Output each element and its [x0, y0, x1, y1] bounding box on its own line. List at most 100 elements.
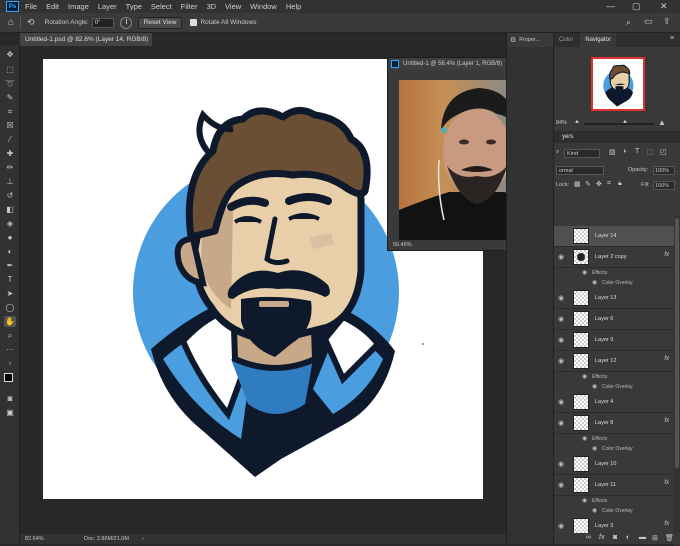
visibility-eye-icon[interactable]: ◉	[558, 315, 566, 323]
layer-row[interactable]: ◉ Layer 10	[554, 454, 674, 475]
minimize-button[interactable]: —	[606, 1, 615, 11]
zoom-tool-icon[interactable]: ⌕	[4, 330, 16, 341]
visibility-eye-icon[interactable]: ◉	[558, 460, 566, 468]
blend-mode-select[interactable]: ormal	[556, 166, 604, 175]
blur-tool-icon[interactable]: ●	[4, 232, 16, 243]
lock-transparency-icon[interactable]: ▦	[574, 180, 581, 188]
navigator-zoom-slider[interactable]	[584, 123, 654, 125]
layer-row[interactable]: ◉ Layer 2 copy fx	[554, 247, 674, 268]
maximize-button[interactable]: ▢	[632, 1, 641, 12]
menu-type[interactable]: Type	[126, 2, 142, 11]
effects-eye-icon[interactable]: ◉	[582, 435, 587, 442]
ellipse-tool-icon[interactable]: ◯	[4, 302, 16, 313]
effects-eye-icon[interactable]: ◉	[582, 373, 587, 380]
layer-row[interactable]: ◉ Layer 3 fx	[554, 516, 674, 533]
visibility-eye-icon[interactable]: ◉	[558, 398, 566, 406]
delete-layer-icon[interactable]: 🗑︎	[665, 534, 674, 542]
tab-layers[interactable]: yers	[562, 134, 573, 140]
layers-scrollbar[interactable]	[674, 216, 680, 546]
add-mask-icon[interactable]: ◙	[613, 534, 617, 541]
layer-row[interactable]: ◉ Layer 9	[554, 330, 674, 351]
fx-icon[interactable]: fx	[664, 521, 669, 527]
status-arrow-icon[interactable]: ›	[142, 534, 144, 544]
eraser-tool-icon[interactable]: ◧	[4, 204, 16, 215]
navigator-zoom-value[interactable]: 84%	[556, 120, 567, 126]
rotation-angle-input[interactable]: 0°	[91, 17, 114, 28]
fx-icon[interactable]: fx	[664, 480, 669, 486]
menu-file[interactable]: File	[25, 2, 37, 11]
color-overlay-eye-icon[interactable]: ◉	[592, 507, 597, 514]
layer-row[interactable]: Layer 14	[554, 226, 674, 247]
panel-menu-icon[interactable]: ≡	[670, 35, 674, 42]
visibility-eye-icon[interactable]: ◉	[558, 481, 566, 489]
tab-navigator[interactable]: Navigator	[580, 33, 616, 47]
search-icon[interactable]: ⌕	[626, 17, 631, 28]
add-layer-style-icon[interactable]: fx	[599, 534, 604, 541]
healing-brush-tool-icon[interactable]: ✚	[4, 148, 16, 159]
layer-row[interactable]: ◉ Layer 8 fx	[554, 413, 674, 434]
filter-smart-object-icon[interactable]: ◰	[660, 148, 667, 156]
layer-row[interactable]: ◉ Layer 6	[554, 309, 674, 330]
new-layer-icon[interactable]: ⊞	[652, 534, 658, 542]
visibility-eye-icon[interactable]: ◉	[558, 294, 566, 302]
new-group-icon[interactable]: ▬	[639, 534, 646, 541]
brush-tool-icon[interactable]: ✏	[4, 162, 16, 173]
quick-mask-icon[interactable]: ◙	[4, 393, 16, 404]
menu-select[interactable]: Select	[151, 2, 172, 11]
fx-icon[interactable]: fx	[664, 356, 669, 362]
zoom-slider-handle[interactable]: ▲	[622, 119, 628, 125]
visibility-eye-icon[interactable]: ◉	[558, 253, 566, 261]
rotation-dial[interactable]	[119, 16, 132, 29]
fx-icon[interactable]: fx	[664, 418, 669, 424]
color-overlay-eye-icon[interactable]: ◉	[592, 445, 597, 452]
color-overlay-eye-icon[interactable]: ◉	[592, 383, 597, 390]
layer-row[interactable]: ◉ Layer 4	[554, 392, 674, 413]
layer-row[interactable]: ◉ Layer 12 fx	[554, 351, 674, 372]
paint-bucket-tool-icon[interactable]: ◈	[4, 218, 16, 229]
frame-tool-icon[interactable]: ☒	[4, 120, 16, 131]
menu-3d[interactable]: 3D	[206, 2, 216, 11]
new-adjustment-icon[interactable]: ◐	[626, 534, 630, 541]
share-icon[interactable]: ⇪	[663, 16, 671, 27]
lock-image-icon[interactable]: ✎	[585, 180, 591, 188]
eyedropper-tool-icon[interactable]: ⁄	[4, 134, 16, 145]
zoom-out-icon[interactable]: ▲	[574, 119, 580, 125]
crop-tool-icon[interactable]: ⌗	[4, 106, 16, 117]
default-colors-icon[interactable]: ▫	[4, 358, 16, 369]
document-tab[interactable]: Untitled-1.psd @ 82.6% (Layer 14, RGB/8)…	[20, 33, 152, 56]
filter-pixel-icon[interactable]: ▨	[609, 148, 616, 156]
zoom-level-readout[interactable]: 82.64%	[25, 534, 44, 544]
visibility-eye-icon[interactable]: ◉	[558, 336, 566, 344]
lock-all-icon[interactable]: 🔒︎	[618, 180, 622, 188]
layer-effects-row[interactable]: ◉ Effects	[554, 268, 674, 278]
history-brush-tool-icon[interactable]: ↺	[4, 190, 16, 201]
filter-adjustment-icon[interactable]: ◑	[622, 148, 626, 155]
navigator-thumbnail[interactable]	[591, 57, 645, 111]
visibility-eye-icon[interactable]: ◉	[558, 357, 566, 365]
lock-position-icon[interactable]: ✥	[596, 180, 602, 188]
filter-type-icon[interactable]: T	[635, 148, 639, 155]
layer-effects-row[interactable]: ◉ Effects	[554, 372, 674, 382]
workspace-icon[interactable]: ▭	[644, 16, 653, 27]
reference-window-zoom[interactable]: 56.45%	[393, 242, 412, 248]
rotate-view-tool-icon[interactable]: ⟲	[27, 17, 35, 28]
link-layers-icon[interactable]: ∞	[586, 534, 591, 541]
layer-row[interactable]: ◉ Layer 11 fx	[554, 475, 674, 496]
properties-panel-tab[interactable]: ⚙ Proper...	[507, 33, 553, 47]
tab-color[interactable]: Color	[554, 33, 578, 47]
layer-effects-row[interactable]: ◉ Effects	[554, 434, 674, 444]
filter-kind-select[interactable]: Kind	[564, 149, 600, 158]
move-tool-icon[interactable]: ✥	[4, 49, 16, 60]
fx-icon[interactable]: fx	[664, 252, 669, 258]
screen-mode-icon[interactable]: ▣	[4, 407, 16, 418]
layer-row[interactable]: ◉ Layer 13	[554, 288, 674, 309]
color-overlay-row[interactable]: ◉ Color Overlay	[554, 506, 674, 516]
lock-artboard-icon[interactable]: ⌗	[607, 180, 611, 188]
effects-eye-icon[interactable]: ◉	[582, 497, 587, 504]
type-tool-icon[interactable]: T	[4, 274, 16, 285]
layer-effects-row[interactable]: ◉ Effects	[554, 496, 674, 506]
filter-shape-icon[interactable]: ⬚	[647, 148, 654, 156]
zoom-in-icon[interactable]: ▲	[658, 118, 666, 127]
lasso-tool-icon[interactable]: ➰	[4, 78, 16, 89]
color-overlay-row[interactable]: ◉ Color Overlay	[554, 278, 674, 288]
